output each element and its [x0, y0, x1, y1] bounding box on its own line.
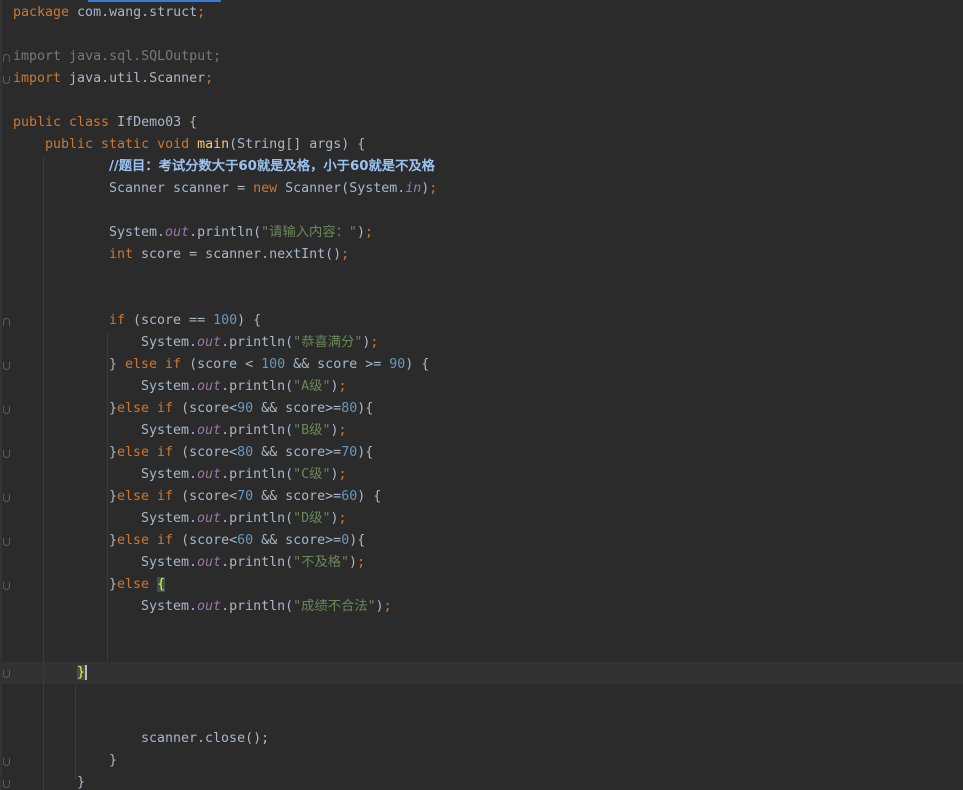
current-line-highlight: [0, 662, 963, 684]
fold-marker-icon[interactable]: [3, 406, 10, 414]
code-line-else-if-0[interactable]: }else if (score<60 && score>=0){: [109, 530, 365, 552]
code-line-else-if-90[interactable]: } else if (score < 100 && score >= 90) {: [109, 354, 429, 376]
code-line-package[interactable]: package com.wang.struct;: [13, 2, 205, 24]
fold-marker-icon[interactable]: [3, 76, 10, 84]
code-line-scanner-close[interactable]: scanner.close();: [141, 728, 269, 750]
code-line-else-if-60[interactable]: }else if (score<70 && score>=60) {: [109, 486, 381, 508]
code-line-print-b[interactable]: System.out.println("B级");: [141, 420, 347, 442]
code-line-class-decl[interactable]: public class IfDemo03 {: [13, 112, 197, 134]
code-line-print-fail[interactable]: System.out.println("不及格");: [141, 552, 365, 574]
fold-marker-icon[interactable]: [3, 582, 10, 590]
code-line-close-else[interactable]: }: [77, 662, 88, 684]
code-line-print-full[interactable]: System.out.println("恭喜满分");: [141, 332, 378, 354]
code-line-print-invalid[interactable]: System.out.println("成绩不合法");: [141, 596, 392, 618]
code-editor[interactable]: package com.wang.struct; import java.sql…: [0, 0, 963, 790]
code-line-print-c[interactable]: System.out.println("C级");: [141, 464, 347, 486]
fold-marker-icon[interactable]: [3, 670, 10, 678]
fold-marker-icon[interactable]: [3, 494, 10, 502]
code-line-else-if-70[interactable]: }else if (score<80 && score>=70){: [109, 442, 373, 464]
code-line-import-sqloutput[interactable]: import java.sql.SQLOutput;: [13, 46, 221, 68]
fold-marker-icon[interactable]: [3, 538, 10, 546]
fold-marker-icon[interactable]: [3, 780, 10, 788]
code-line-else[interactable]: }else {: [109, 574, 166, 596]
indent-guide: [107, 332, 108, 662]
code-line-scanner-decl[interactable]: Scanner scanner = new Scanner(System.in)…: [109, 178, 437, 200]
code-line-import-scanner[interactable]: import java.util.Scanner;: [13, 68, 213, 90]
fold-marker-icon[interactable]: [3, 362, 10, 370]
indent-guide: [43, 156, 44, 790]
code-line-main-decl[interactable]: public static void main(String[] args) {: [45, 134, 365, 156]
code-line-print-a[interactable]: System.out.println("A级");: [141, 376, 347, 398]
code-line-close-main[interactable]: }: [109, 750, 117, 772]
code-line-close-class[interactable]: }: [77, 772, 85, 790]
code-line-if-100[interactable]: if (score == 100) {: [109, 310, 261, 332]
code-line-prompt[interactable]: System.out.println("请输入内容：");: [109, 222, 373, 244]
code-line-read-score[interactable]: int score = scanner.nextInt();: [109, 244, 349, 266]
code-line-else-if-80[interactable]: }else if (score<90 && score>=80){: [109, 398, 373, 420]
fold-marker-icon[interactable]: [3, 54, 10, 62]
code-line-comment[interactable]: //题目：考试分数大于60就是及格，小于60就是不及格: [109, 156, 435, 178]
code-line-print-d[interactable]: System.out.println("D级");: [141, 508, 347, 530]
fold-marker-icon[interactable]: [3, 450, 10, 458]
text-caret: [85, 664, 88, 680]
fold-marker-icon[interactable]: [3, 758, 10, 766]
fold-marker-icon[interactable]: [3, 318, 10, 326]
indent-guide: [75, 684, 76, 780]
